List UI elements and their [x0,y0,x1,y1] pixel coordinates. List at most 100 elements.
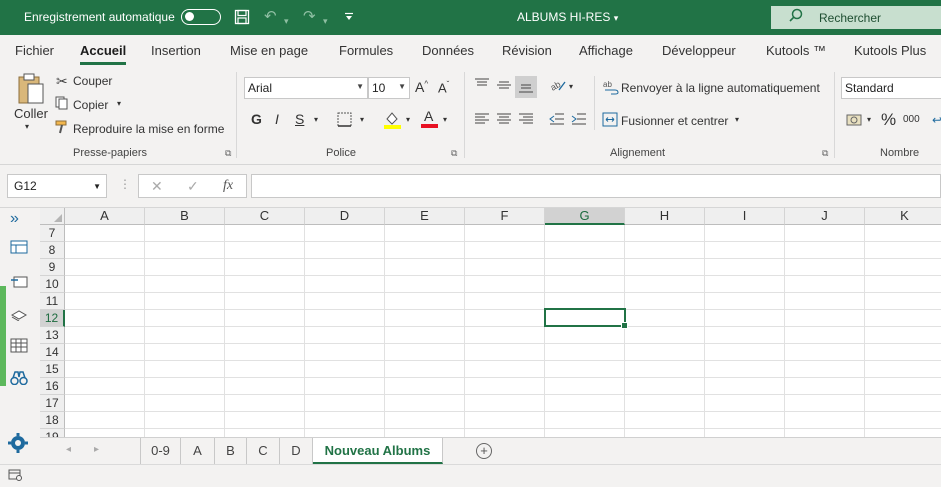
italic-button[interactable]: I [275,111,279,127]
cancel-icon[interactable]: ✕ [151,178,163,195]
column-header-j[interactable]: J [785,208,865,225]
paste-icon[interactable] [16,72,46,109]
row-header-15[interactable]: 15 [40,361,65,378]
percent-button[interactable]: % [881,110,896,130]
settings-icon[interactable] [7,432,29,458]
row-header-16[interactable]: 16 [40,378,65,395]
insert-function-icon[interactable]: fx [223,178,233,194]
expand-icon[interactable]: » [10,210,19,228]
select-all-corner[interactable] [40,208,65,225]
sheet-tab-0-9[interactable]: 0-9 [141,438,181,464]
tab-mise-en-page[interactable]: Mise en page [230,43,308,58]
increase-indent-icon[interactable] [571,112,587,129]
undo-icon[interactable]: ↶ [264,9,277,25]
undo-dropdown-icon[interactable]: ▾ [284,13,289,29]
row-header-8[interactable]: 8 [40,242,65,259]
column-header-d[interactable]: D [305,208,385,225]
row-header-11[interactable]: 11 [40,293,65,310]
enter-icon[interactable]: ✓ [187,178,199,195]
column-header-i[interactable]: I [705,208,785,225]
row-header-18[interactable]: 18 [40,412,65,429]
borders-icon[interactable] [337,112,352,130]
font-launcher-icon[interactable]: ⧉ [451,148,457,159]
align-left-icon[interactable] [474,112,490,129]
grow-font-icon[interactable]: A^ [415,79,428,95]
row-header-14[interactable]: 14 [40,344,65,361]
tab-accueil[interactable]: Accueil [80,43,127,65]
fill-color-icon[interactable] [384,110,401,132]
tab-revision[interactable]: Révision [502,43,552,58]
merge-center-icon[interactable] [602,112,618,130]
column-header-e[interactable]: E [385,208,465,225]
list-icon[interactable] [10,274,28,292]
row-header-13[interactable]: 13 [40,327,65,344]
layers-icon[interactable] [10,307,28,325]
tab-affichage[interactable]: Affichage [579,43,633,58]
cut-button[interactable]: Couper [73,74,112,88]
paste-button[interactable]: Coller [14,106,48,121]
column-header-f[interactable]: F [465,208,545,225]
paste-dropdown-icon[interactable]: ▾ [25,122,29,131]
table-icon[interactable] [10,240,28,258]
sheet-tab-nouveau-albums[interactable]: Nouveau Albums [313,438,443,464]
column-header-b[interactable]: B [145,208,225,225]
format-painter-button[interactable]: Reproduire la mise en forme [73,122,224,136]
sheet-tab-c[interactable]: C [247,438,280,464]
align-right-icon[interactable] [518,112,534,129]
document-title[interactable]: ALBUMS HI-RES ▾ [517,10,618,24]
binoculars-icon[interactable] [10,371,28,389]
wrap-text-icon[interactable]: ab [603,79,619,98]
wrap-text-button[interactable]: Renvoyer à la ligne automatiquement [621,81,820,95]
customize-toolbar-icon[interactable] [344,11,354,27]
merge-center-button[interactable]: Fusionner et centrer [621,114,728,128]
macro-record-icon[interactable] [8,469,22,484]
tab-fichier[interactable]: Fichier [15,43,54,58]
active-cell[interactable] [544,308,628,329]
align-middle-icon[interactable] [496,78,512,95]
column-header-k[interactable]: K [865,208,941,225]
tab-developpeur[interactable]: Développeur [662,43,736,58]
clipboard-launcher-icon[interactable]: ⧉ [225,148,231,159]
font-color-dropdown-icon[interactable]: ▾ [443,115,447,124]
font-name-select[interactable]: Arial ▼ [244,77,368,99]
add-sheet-button[interactable]: + [476,443,492,459]
font-color-icon[interactable]: A [421,108,438,131]
font-size-select[interactable]: 10 ▼ [368,77,410,99]
currency-dropdown-icon[interactable]: ▾ [867,115,871,124]
prev-sheet-icon[interactable]: ◂ [66,444,71,455]
copy-dropdown-icon[interactable]: ▾ [117,99,121,108]
tab-kutools-plus[interactable]: Kutools Plus [854,43,926,58]
tab-insertion[interactable]: Insertion [151,43,201,58]
name-box[interactable]: G12 ▼ [7,174,107,198]
row-header-17[interactable]: 17 [40,395,65,412]
increase-decimal-icon[interactable]: ↩ [932,113,941,127]
currency-format-icon[interactable] [846,113,864,130]
copy-icon[interactable] [55,96,69,113]
panel-resize-handle[interactable] [0,286,6,386]
shrink-font-icon[interactable]: Aˇ [438,80,449,95]
orientation-icon[interactable]: ab [549,78,566,95]
sheet-tab-a[interactable]: A [181,438,215,464]
column-header-g[interactable]: G [545,208,625,225]
formula-input[interactable] [251,174,941,198]
orientation-dropdown-icon[interactable]: ▾ [569,82,573,91]
tab-donnees[interactable]: Données [422,43,474,58]
row-header-7[interactable]: 7 [40,225,65,242]
tab-kutools[interactable]: Kutools ™ [766,43,826,58]
align-top-icon[interactable] [474,78,490,95]
autosave-toggle[interactable] [181,9,221,25]
bold-button[interactable]: G [251,111,262,127]
next-sheet-icon[interactable]: ▸ [94,444,99,455]
align-bottom-icon[interactable] [515,76,537,98]
underline-button[interactable]: S [295,111,304,127]
number-format-select[interactable]: Standard [841,77,941,99]
fill-color-dropdown-icon[interactable]: ▾ [406,115,410,124]
copy-button[interactable]: Copier [73,98,108,112]
search-box[interactable]: Rechercher [771,6,941,29]
thousands-separator-button[interactable]: 000 [903,114,920,125]
format-painter-icon[interactable] [55,120,70,137]
row-header-19[interactable]: 19 [40,429,65,437]
tab-formules[interactable]: Formules [339,43,393,58]
redo-icon[interactable]: ↷ [303,9,316,25]
sheet-tab-d[interactable]: D [280,438,313,464]
